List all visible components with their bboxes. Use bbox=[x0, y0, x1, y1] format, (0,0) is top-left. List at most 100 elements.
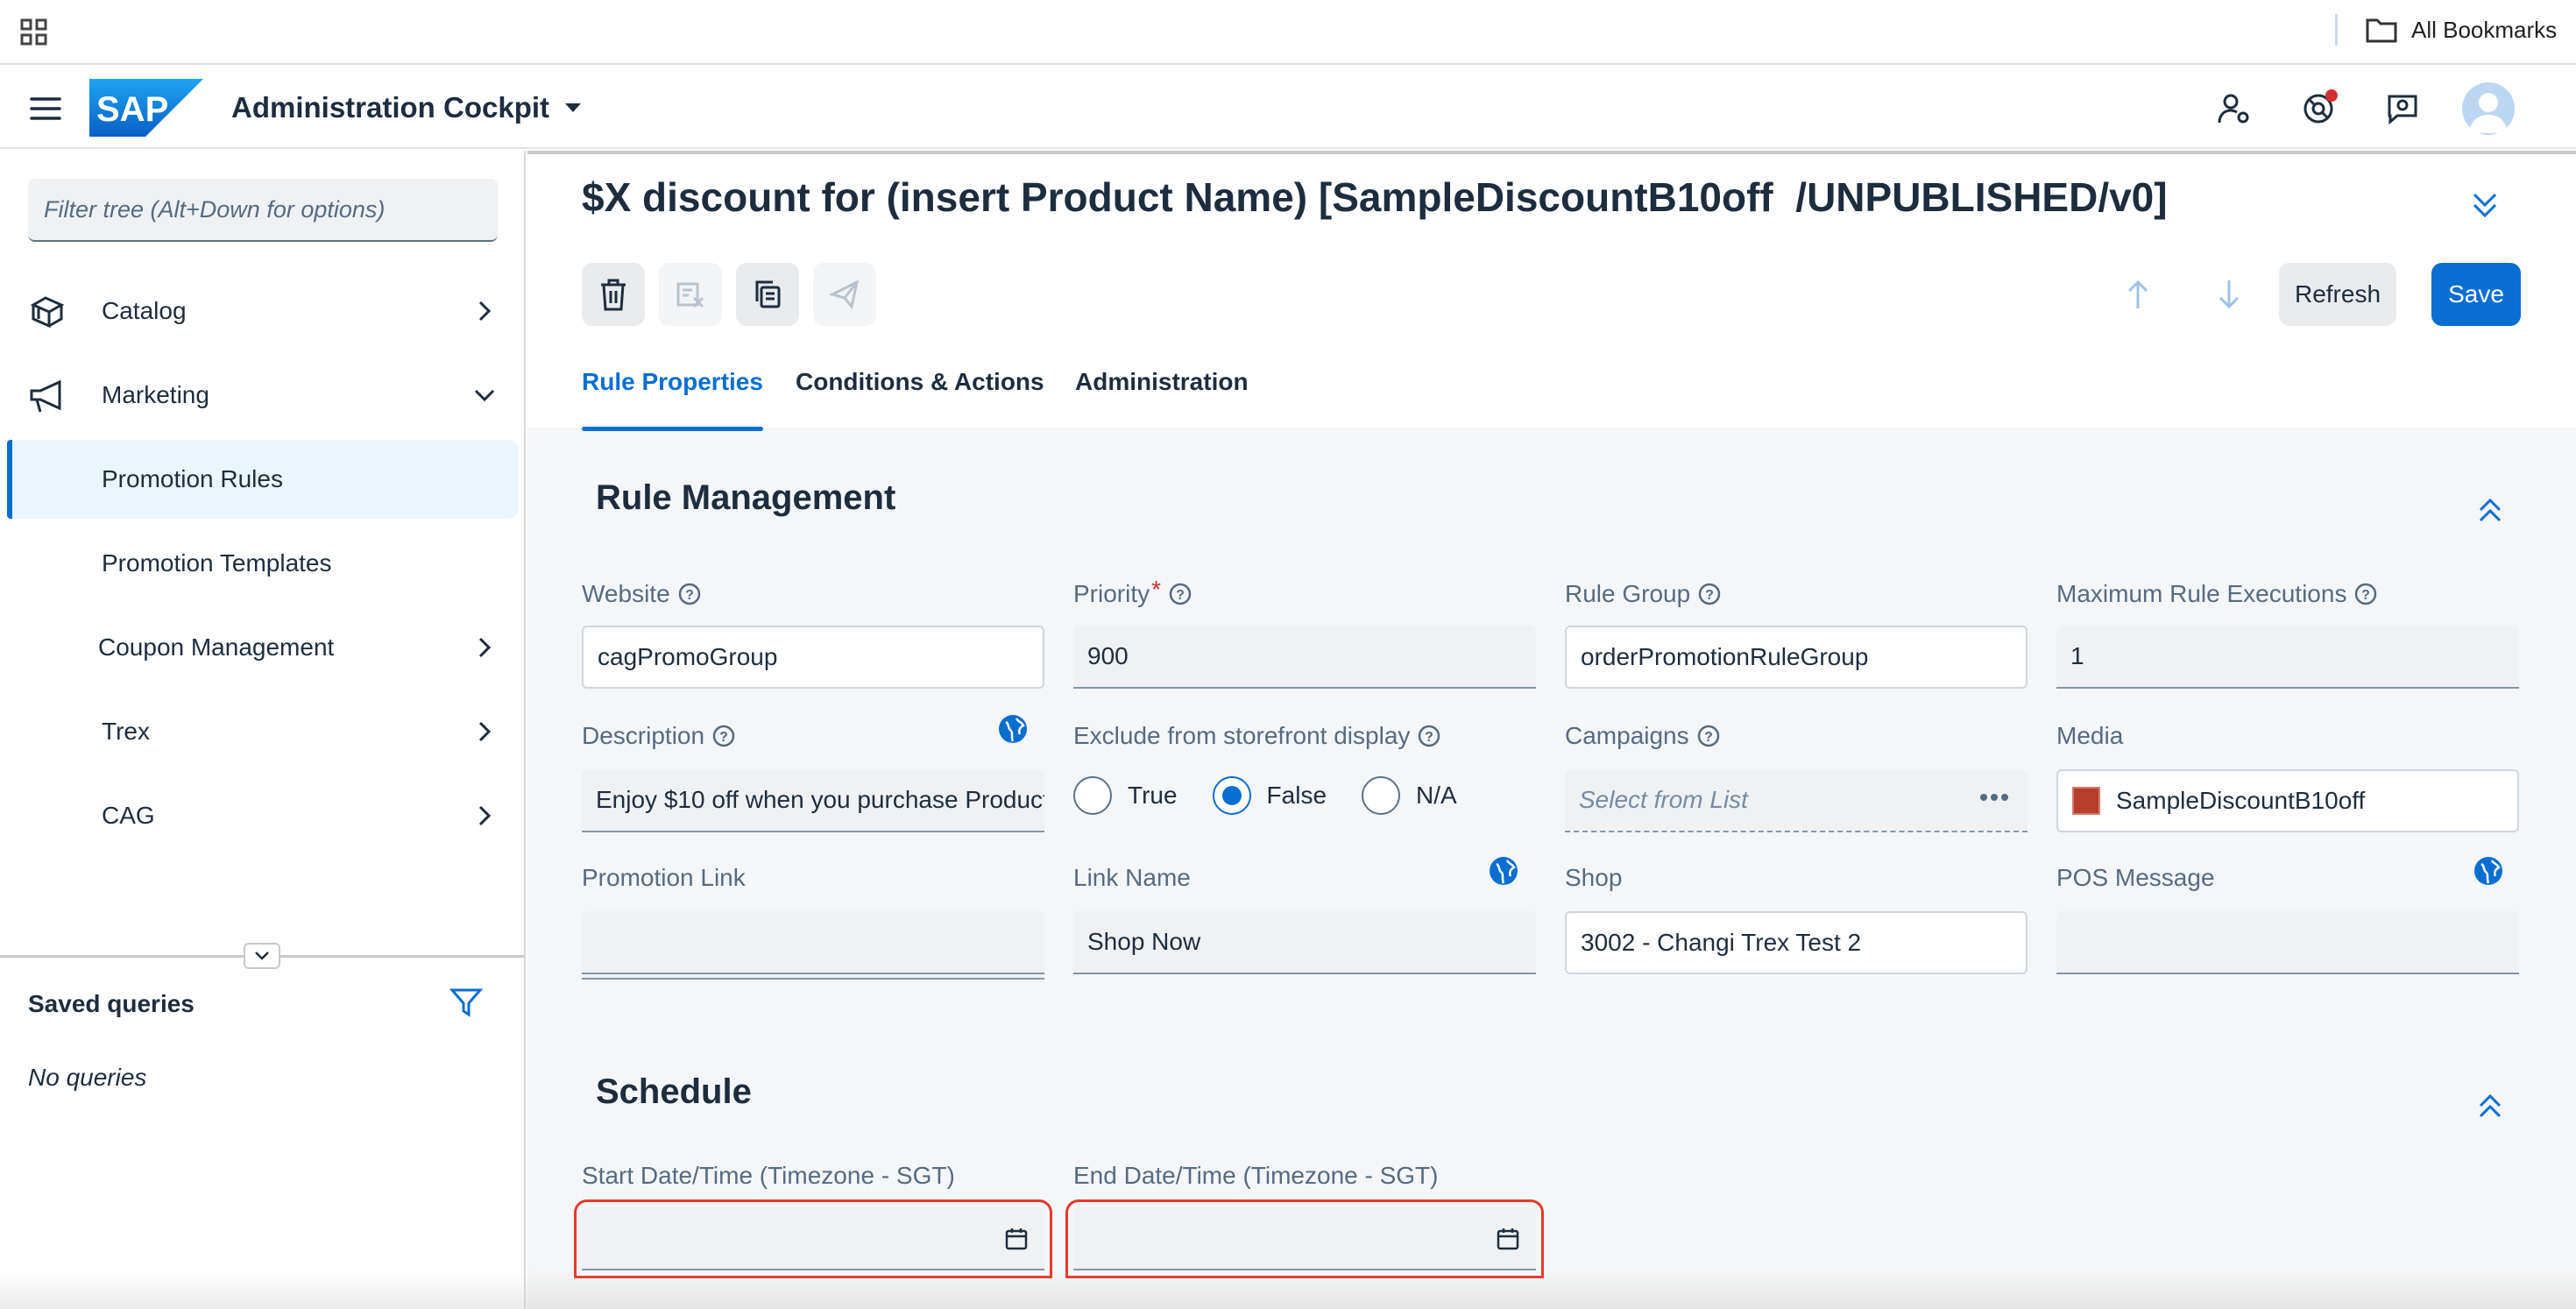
sidebar-item-catalog[interactable]: Catalog bbox=[7, 272, 519, 350]
all-bookmarks-label: All Bookmarks bbox=[2411, 16, 2558, 43]
all-bookmarks-button[interactable]: All Bookmarks bbox=[2366, 12, 2557, 47]
browser-bookmark-bar: All Bookmarks bbox=[0, 0, 2576, 65]
clear-form-icon bbox=[676, 282, 704, 308]
chevron-down-icon bbox=[255, 952, 269, 960]
radio-label: True bbox=[1128, 782, 1178, 809]
radio-true[interactable]: True bbox=[1073, 776, 1178, 815]
website-label: Website ? bbox=[582, 580, 702, 608]
end-date-field[interactable] bbox=[1065, 1199, 1544, 1278]
priority-field[interactable]: 900 bbox=[1073, 626, 1536, 689]
radio-circle bbox=[1212, 776, 1251, 815]
pos-message-field[interactable] bbox=[2056, 911, 2519, 974]
start-date-label: Start Date/Time (Timezone - SGT) bbox=[582, 1162, 955, 1189]
app-title-dropdown[interactable]: Administration Cockpit bbox=[231, 86, 583, 130]
globe-icon[interactable] bbox=[2473, 855, 2504, 887]
link-name-field[interactable]: Shop Now bbox=[1073, 911, 1536, 974]
sap-logo[interactable]: SAP bbox=[89, 79, 203, 137]
saved-queries-title: Saved queries bbox=[28, 990, 195, 1017]
rule-group-field[interactable]: orderPromotionRuleGroup bbox=[1565, 626, 2028, 689]
double-chevron-up-icon[interactable] bbox=[2474, 494, 2506, 526]
radio-circle bbox=[1073, 776, 1112, 815]
arrow-up-icon[interactable] bbox=[2120, 277, 2155, 312]
page-title: $X discount for (insert Product Name) [S… bbox=[582, 174, 2168, 220]
radio-na[interactable]: N/A bbox=[1362, 776, 1457, 815]
campaigns-field[interactable]: Select from List bbox=[1565, 769, 2028, 832]
megaphone-icon bbox=[30, 379, 61, 413]
media-field[interactable]: SampleDiscountB10off bbox=[2056, 769, 2519, 832]
shop-field[interactable]: 3002 - Changi Trex Test 2 bbox=[1565, 911, 2028, 974]
help-circle-icon[interactable]: ? bbox=[1696, 724, 1721, 748]
sidebar-item-coupon-management[interactable]: Coupon Management bbox=[7, 608, 519, 687]
double-chevron-down-icon[interactable] bbox=[2467, 188, 2502, 223]
shell-bar: SAP Administration Cockpit bbox=[0, 67, 2576, 149]
sidebar-item-label: CAG bbox=[102, 802, 155, 829]
calendar-icon[interactable] bbox=[1496, 1227, 1520, 1251]
help-circle-icon[interactable]: ? bbox=[1697, 582, 1722, 606]
assistant-button[interactable] bbox=[2378, 84, 2427, 133]
campaigns-placeholder: Select from List bbox=[1579, 786, 1748, 813]
caret-down-icon bbox=[565, 103, 582, 112]
sidebar-item-label: Trex bbox=[102, 718, 150, 745]
media-value: SampleDiscountB10off bbox=[2116, 787, 2366, 814]
help-circle-icon[interactable]: ? bbox=[1417, 724, 1441, 748]
exclude-storefront-radio-group: True False N/A bbox=[1073, 776, 1492, 815]
svg-text:?: ? bbox=[1426, 730, 1434, 745]
sidebar-item-trex[interactable]: Trex bbox=[7, 692, 519, 771]
no-queries-text: No queries bbox=[28, 1064, 147, 1091]
rule-management-title: Rule Management bbox=[596, 478, 896, 517]
sidebar-item-cag[interactable]: CAG bbox=[7, 776, 519, 855]
chevron-right-icon bbox=[478, 805, 492, 826]
tab-rule-properties[interactable]: Rule Properties bbox=[582, 368, 763, 431]
shop-label: Shop bbox=[1565, 864, 1623, 891]
apps-grid-icon[interactable] bbox=[19, 18, 49, 47]
radio-false[interactable]: False bbox=[1212, 776, 1327, 815]
menu-icon[interactable] bbox=[28, 91, 63, 126]
schedule-title: Schedule bbox=[596, 1072, 752, 1111]
user-settings-button[interactable] bbox=[2210, 84, 2259, 133]
filter-icon[interactable] bbox=[449, 985, 484, 1020]
link-name-label: Link Name bbox=[1073, 864, 1191, 891]
sidebar-item-label: Coupon Management bbox=[98, 633, 335, 661]
promotion-link-field[interactable] bbox=[582, 911, 1044, 974]
double-chevron-up-icon[interactable] bbox=[2474, 1090, 2506, 1121]
object-header: $X discount for (insert Product Name) [S… bbox=[527, 151, 2576, 431]
max-executions-label: Maximum Rule Executions ? bbox=[2056, 580, 2378, 608]
duplicate-button[interactable] bbox=[736, 263, 799, 326]
start-date-field[interactable] bbox=[574, 1199, 1052, 1278]
delete-button[interactable] bbox=[582, 263, 645, 326]
radio-label: N/A bbox=[1416, 782, 1457, 809]
globe-icon[interactable] bbox=[1488, 855, 1519, 887]
paper-plane-icon bbox=[829, 279, 860, 310]
more-options-icon[interactable] bbox=[1978, 787, 2010, 808]
arrow-down-icon[interactable] bbox=[2212, 277, 2247, 312]
sidebar-item-promotion-templates[interactable]: Promotion Templates bbox=[7, 524, 519, 603]
globe-icon[interactable] bbox=[997, 713, 1029, 745]
splitter-handle[interactable] bbox=[244, 943, 280, 969]
svg-text:?: ? bbox=[1705, 588, 1714, 603]
help-circle-icon[interactable]: ? bbox=[677, 582, 702, 606]
chevron-right-icon bbox=[478, 721, 492, 742]
help-circle-icon[interactable]: ? bbox=[2353, 582, 2378, 606]
help-circle-icon[interactable]: ? bbox=[1168, 582, 1192, 606]
copy-icon bbox=[755, 280, 781, 308]
svg-text:?: ? bbox=[2362, 588, 2371, 603]
filter-tree-input[interactable]: Filter tree (Alt+Down for options) bbox=[28, 179, 498, 242]
clear-button[interactable] bbox=[659, 263, 722, 326]
user-avatar[interactable] bbox=[2462, 82, 2515, 135]
radio-label: False bbox=[1266, 782, 1327, 809]
calendar-icon[interactable] bbox=[1004, 1227, 1029, 1251]
website-field[interactable]: cagPromoGroup bbox=[582, 626, 1044, 689]
sidebar-item-label: Marketing bbox=[102, 381, 209, 408]
notifications-button[interactable] bbox=[2294, 84, 2343, 133]
tab-conditions-actions[interactable]: Conditions & Actions bbox=[796, 368, 1044, 431]
tab-administration[interactable]: Administration bbox=[1075, 368, 1249, 431]
publish-button[interactable] bbox=[813, 263, 876, 326]
refresh-button[interactable]: Refresh bbox=[2279, 263, 2396, 326]
sidebar-item-promotion-rules[interactable]: Promotion Rules bbox=[7, 440, 519, 519]
sidebar-item-marketing[interactable]: Marketing bbox=[7, 356, 519, 435]
max-executions-field[interactable]: 1 bbox=[2056, 626, 2519, 689]
description-field[interactable]: Enjoy $10 off when you purchase Product bbox=[582, 769, 1044, 832]
save-button[interactable]: Save bbox=[2431, 263, 2521, 326]
priority-label: Priority * ? bbox=[1073, 576, 1192, 608]
help-circle-icon[interactable]: ? bbox=[711, 724, 736, 748]
